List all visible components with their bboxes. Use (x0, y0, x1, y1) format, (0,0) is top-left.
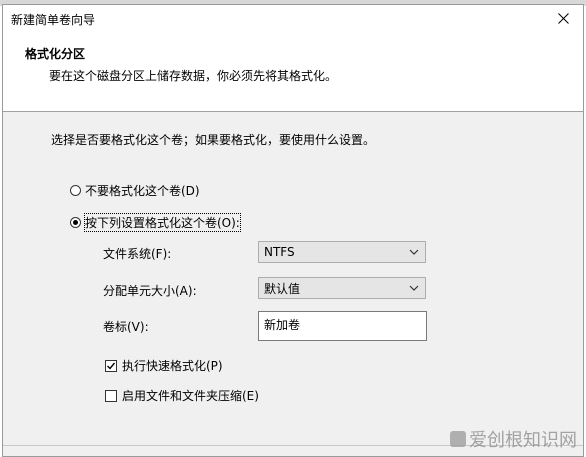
radio-button[interactable] (70, 185, 81, 196)
compression-option[interactable]: 启用文件和文件夹压缩(E) (105, 387, 259, 404)
volume-label-label: 卷标(V): (103, 320, 149, 334)
wizard-dialog: 新建简单卷向导 格式化分区 要在这个磁盘分区上储存数据，你必须先将其格式化。 选… (2, 4, 584, 457)
alloc-size-label: 分配单元大小(A): (103, 284, 197, 298)
compression-checkbox[interactable] (105, 389, 117, 402)
watermark: 爱创根知识网 (450, 426, 577, 452)
radio-format[interactable]: 按下列设置格式化这个卷(O): (70, 213, 241, 232)
compression-label: 启用文件和文件夹压缩(E) (122, 389, 259, 403)
volume-label-input[interactable]: 新加卷 (258, 311, 427, 341)
radio-format-label: 按下列设置格式化这个卷(O): (84, 213, 241, 232)
title-bar: 新建简单卷向导 (3, 5, 583, 31)
window-title: 新建简单卷向导 (11, 13, 96, 27)
chevron-down-icon (409, 285, 419, 291)
page-title: 格式化分区 (25, 47, 86, 61)
filesystem-value: NTFS (264, 245, 295, 259)
watermark-text: 爱创根知识网 (469, 430, 577, 451)
radio-button-checked[interactable] (70, 217, 81, 228)
quick-format-label: 执行快速格式化(P) (122, 359, 223, 373)
alloc-size-value: 默认值 (264, 281, 301, 296)
watermark-logo-icon (450, 431, 466, 447)
radio-no-format[interactable]: 不要格式化这个卷(D) (70, 182, 200, 199)
chevron-down-icon (409, 249, 419, 255)
close-button[interactable] (543, 5, 583, 31)
radio-no-format-label: 不要格式化这个卷(D) (85, 184, 200, 198)
close-icon (557, 12, 569, 24)
quick-format-option[interactable]: 执行快速格式化(P) (105, 357, 223, 374)
page-subtitle: 要在这个磁盘分区上储存数据，你必须先将其格式化。 (49, 69, 338, 83)
checkmark-icon (107, 362, 116, 370)
filesystem-select[interactable]: NTFS (258, 241, 426, 263)
instruction-text: 选择是否要格式化这个卷；如果要格式化，要使用什么设置。 (51, 133, 376, 147)
wizard-header: 格式化分区 要在这个磁盘分区上储存数据，你必须先将其格式化。 (3, 31, 583, 112)
filesystem-label: 文件系统(F): (103, 247, 172, 261)
quick-format-checkbox[interactable] (105, 359, 117, 372)
alloc-size-select[interactable]: 默认值 (258, 277, 426, 299)
